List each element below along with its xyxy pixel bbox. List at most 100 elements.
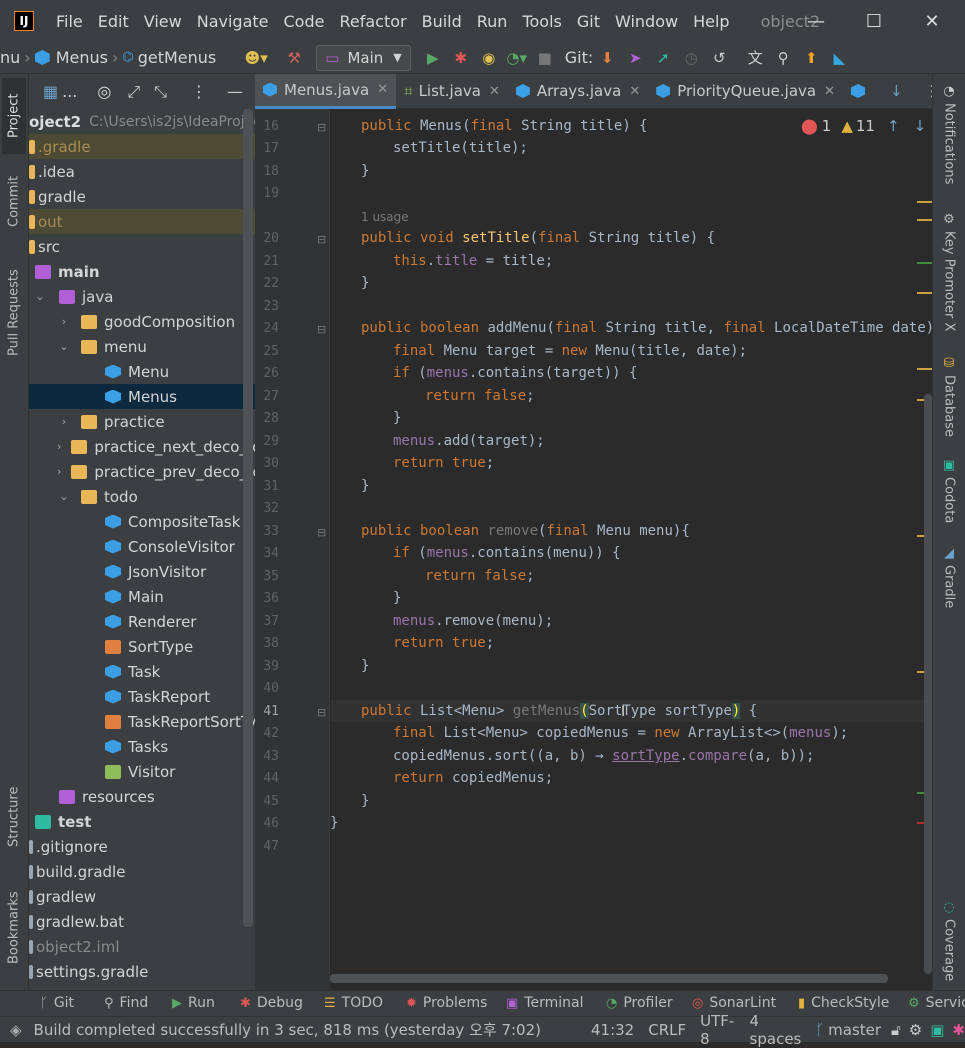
line-separator[interactable]: CRLF [648,1021,686,1039]
tab-project[interactable]: Project [2,78,26,154]
tab-arrays-java[interactable]: Arrays.java ✕ [508,74,648,109]
project-view-ellipsis[interactable]: ... [62,82,77,101]
update-icon[interactable]: ⬆ [797,44,825,72]
fold-icon[interactable]: ⊟ [317,323,326,336]
file-encoding[interactable]: UTF-8 [700,1012,735,1048]
change-marker[interactable] [917,262,932,264]
tree-item[interactable]: main [29,259,255,284]
usage-hint[interactable]: 1 usage [361,210,409,224]
tree-item[interactable]: ⌄ todo [29,484,255,509]
tree-item[interactable]: build.gradle [29,859,255,884]
breadcrumb-getmenus[interactable]: getMenus [138,48,217,67]
tree-item[interactable]: Renderer [29,609,255,634]
tree-item-selected[interactable]: Menus [29,384,255,409]
tab-structure[interactable]: Structure [2,774,26,860]
tree-item[interactable]: ⌄ menu [29,334,255,359]
menu-git[interactable]: Git [577,12,600,31]
tree-item[interactable]: Main [29,584,255,609]
tree-item[interactable]: CompositeTask [29,509,255,534]
tree-item[interactable]: Tasks [29,734,255,759]
codota-icon[interactable]: ◣ [825,44,853,72]
bottom-tab-checkstyle[interactable]: ▮ CheckStyle [798,995,889,1011]
inspection-widget[interactable]: ⬤ 1 ▲ 11 ↑ ↓ [801,117,926,135]
settings-icon[interactable]: ⚙ [909,1021,922,1039]
notification-bug-icon[interactable]: ✱ [952,1021,965,1039]
tree-item[interactable]: Task [29,659,255,684]
expand-all-icon[interactable]: ⤢ [127,82,140,102]
tree-item[interactable]: gradlew [29,884,255,909]
rollback-icon[interactable]: ↺ [705,44,733,72]
tab-database[interactable]: ⛁ Database [937,356,961,437]
bottom-tab-find[interactable]: ⚲ Find [104,995,148,1011]
menu-code[interactable]: Code [284,12,325,31]
menu-window[interactable]: Window [615,12,678,31]
translate-icon[interactable]: 文 [741,44,769,72]
tab-priorityqueue-java[interactable]: PriorityQueue.java ✕ [648,74,843,109]
search-icon[interactable]: ⚲ [769,44,797,72]
run-config-selector[interactable]: ▭ Main ▼ [316,44,411,71]
layers-icon[interactable]: ◈ [10,1021,22,1039]
tree-item[interactable]: test [29,809,255,834]
tab-overflow[interactable] [843,74,880,109]
menu-edit[interactable]: Edit [98,12,129,31]
tree-item[interactable]: out [29,209,255,234]
coverage-icon[interactable]: ◉ [475,44,503,72]
tree-item[interactable]: resources [29,784,255,809]
fold-icon[interactable]: ⊟ [317,233,326,246]
tree-item[interactable]: › practice_prev_deco_for [29,459,255,484]
users-icon[interactable]: ☻▾ [242,44,270,72]
bottom-tab-terminal[interactable]: ▣ Terminal [506,995,583,1011]
code-editor[interactable]: Menus.java ✕ ⌗ List.java ✕ Arrays.java ✕ Pri… [255,74,932,990]
tree-item[interactable]: SortType [29,634,255,659]
close-tab-icon[interactable]: ✕ [629,84,640,99]
history-icon[interactable]: ◷ [677,44,705,72]
codota-status-icon[interactable]: ▣ [930,1021,944,1039]
editor-vertical-scrollbar[interactable] [924,394,932,974]
menu-navigate[interactable]: Navigate [197,12,269,31]
tree-item[interactable]: ConsoleVisitor [29,534,255,559]
warning-marker[interactable] [917,368,932,370]
project-view-icon[interactable]: ▦ [43,82,58,101]
tree-item[interactable]: ⌄ java [29,284,255,309]
debug-icon[interactable]: ✱ [447,44,475,72]
git-push-icon[interactable]: ➚ [649,44,677,72]
tree-item[interactable]: object2.iml [29,934,255,959]
tree-item[interactable]: gradlew.bat [29,909,255,934]
tree-item[interactable]: Menu [29,359,255,384]
warning-marker[interactable] [917,219,932,221]
breadcrumb-partial[interactable]: nu [0,48,20,67]
tab-bookmarks[interactable]: Bookmarks [2,880,26,976]
git-update-icon[interactable]: ⬇ [593,44,621,72]
warning-marker[interactable] [917,292,932,294]
close-tab-icon[interactable]: ✕ [824,84,835,99]
tree-root[interactable]: oject2 C:\Users\is2js\IdeaProjec [29,109,255,134]
tree-item[interactable]: settings.gradle [29,959,255,984]
tree-item[interactable]: › practice [29,409,255,434]
fold-icon[interactable]: ⊟ [317,526,326,539]
caret-position[interactable]: 41:32 [591,1021,634,1039]
collapse-all-icon[interactable]: ⤡ [154,82,167,102]
tab-menus-java[interactable]: Menus.java ✕ [255,74,397,109]
git-commit-icon[interactable]: ➤ [621,44,649,72]
close-tab-icon[interactable]: ✕ [377,82,388,97]
menu-tools[interactable]: Tools [522,12,561,31]
bottom-tab-sonarlint[interactable]: ◎ SonarLint [692,995,776,1011]
bottom-tab-run[interactable]: ▶ Run [172,995,215,1011]
arrow-down-icon[interactable]: ↓ [890,82,903,100]
fold-icon[interactable]: ⊟ [317,706,326,719]
bottom-tab-debug[interactable]: ✱ Debug [240,995,303,1011]
tree-item[interactable]: .idea [29,159,255,184]
tree-item[interactable]: Visitor [29,759,255,784]
bottom-tab-problems[interactable]: ✹ Problems [406,995,487,1011]
breadcrumb-menus[interactable]: Menus [56,48,108,67]
menu-run[interactable]: Run [477,12,508,31]
lock-icon[interactable]: 🔓︎ [891,1021,901,1039]
bottom-tab-git[interactable]: ᚴ Git [40,995,74,1011]
tree-item[interactable]: .gradle [29,134,255,159]
menu-refactor[interactable]: Refactor [339,12,406,31]
tree-item[interactable]: TaskReport [29,684,255,709]
tree-item[interactable]: JsonVisitor [29,559,255,584]
menu-view[interactable]: View [144,12,182,31]
close-tab-icon[interactable]: ✕ [489,84,500,99]
tab-codota[interactable]: ▣ Codota [937,458,961,528]
